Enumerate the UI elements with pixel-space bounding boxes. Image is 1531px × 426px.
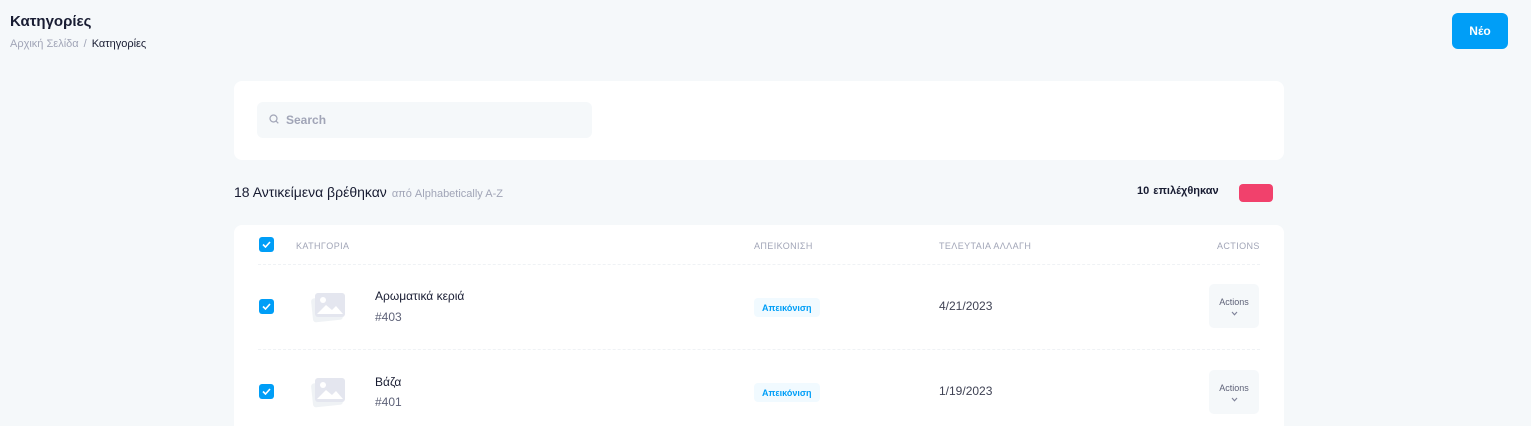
breadcrumb-separator: / <box>83 38 87 50</box>
breadcrumb: Αρχική Σελίδα / Κατηγορίες <box>10 38 146 50</box>
new-button[interactable]: Νέο <box>1452 13 1508 49</box>
selected-label: επιλέχθηκαν <box>1153 185 1219 197</box>
row-checkbox[interactable] <box>259 384 274 399</box>
last-change-date: 1/19/2023 <box>939 384 993 398</box>
delete-selected-button[interactable] <box>1239 184 1273 202</box>
actions-label: Actions <box>1219 296 1249 307</box>
row-checkbox[interactable] <box>259 299 274 314</box>
column-header-display[interactable]: ΑΠΕΙΚΟΝΙΣΗ <box>754 241 813 251</box>
category-id: #403 <box>375 310 402 324</box>
sort-label[interactable]: από Alphabetically A-Z <box>392 188 503 200</box>
image-icon <box>308 287 348 327</box>
search-card <box>234 81 1284 160</box>
image-icon <box>308 372 348 412</box>
category-id: #401 <box>375 395 402 409</box>
actions-button[interactable]: Actions <box>1209 284 1259 328</box>
breadcrumb-current: Κατηγορίες <box>91 38 147 50</box>
chevron-down-icon <box>1231 311 1237 316</box>
search-box[interactable] <box>257 102 592 138</box>
check-icon <box>262 388 271 395</box>
column-header-actions: ACTIONS <box>1217 241 1260 251</box>
selected-count: 10 <box>1137 185 1150 197</box>
category-name[interactable]: Βάζα <box>375 375 401 389</box>
results-summary: 18 Αντικείμενα βρέθηκαν από Alphabetical… <box>234 184 503 200</box>
header-divider <box>258 264 1260 265</box>
search-icon <box>269 111 286 129</box>
column-header-last-change[interactable]: ΤΕΛΕΥΤΑΙΑ ΑΛΛΑΓΗ <box>939 241 1031 251</box>
actions-button[interactable]: Actions <box>1209 370 1259 414</box>
column-header-category[interactable]: ΚΑΤΗΓΟΡΙΑ <box>296 241 349 251</box>
search-input[interactable] <box>286 113 566 127</box>
row-divider <box>258 349 1260 350</box>
select-all-checkbox[interactable] <box>259 237 274 252</box>
category-name[interactable]: Αρωματικά κεριά <box>375 289 464 303</box>
chevron-down-icon <box>1231 397 1237 402</box>
actions-label: Actions <box>1219 382 1249 393</box>
categories-table: ΚΑΤΗΓΟΡΙΑ ΑΠΕΙΚΟΝΙΣΗ ΤΕΛΕΥΤΑΙΑ ΑΛΛΑΓΗ AC… <box>234 225 1284 426</box>
check-icon <box>262 303 271 310</box>
results-count: 18 Αντικείμενα βρέθηκαν <box>234 184 387 200</box>
display-badge: Απεικόνιση <box>754 383 820 402</box>
check-icon <box>262 241 271 248</box>
last-change-date: 4/21/2023 <box>939 299 993 313</box>
page-title: Κατηγορίες <box>10 13 92 30</box>
breadcrumb-home[interactable]: Αρχική Σελίδα <box>10 38 79 50</box>
selected-info: 10 επιλέχθηκαν <box>1137 185 1219 197</box>
display-badge: Απεικόνιση <box>754 298 820 317</box>
